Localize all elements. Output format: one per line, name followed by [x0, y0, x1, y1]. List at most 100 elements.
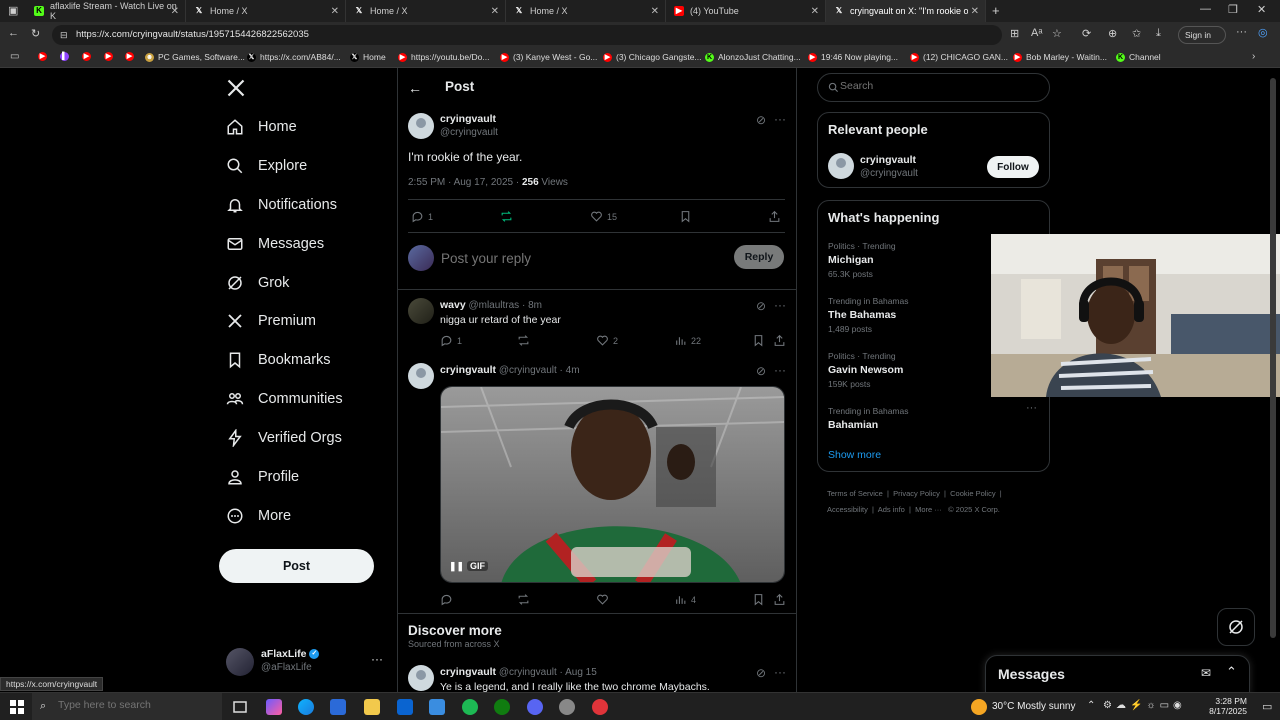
tab-home-2[interactable]: 𝕏 Home / X ✕	[346, 0, 506, 22]
tab-actions-icon[interactable]: ▣	[8, 4, 18, 17]
avatar[interactable]	[408, 298, 434, 324]
more-dots-icon[interactable]: ···	[774, 112, 786, 126]
bookmark-item[interactable]: ▶ (12) CHICAGO GAN...	[910, 52, 1008, 62]
like-action[interactable]	[596, 593, 613, 606]
bookmark-item[interactable]: 𝕏https://x.com/AB84/...	[247, 52, 341, 62]
copilot-icon[interactable]: ◎	[1258, 26, 1268, 39]
nav-notifications[interactable]: Notifications	[226, 196, 337, 214]
share-action[interactable]	[773, 334, 790, 347]
repost-action[interactable]	[517, 334, 534, 347]
bookmark-youtube-icon[interactable]: ▶	[125, 52, 138, 61]
tab-home-3[interactable]: 𝕏 Home / X ✕	[506, 0, 666, 22]
chevron-up-icon[interactable]: ⌃	[1087, 700, 1095, 711]
downloads-icon[interactable]: ⤓	[1156, 27, 1161, 40]
site-info-icon[interactable]: ⊟	[60, 25, 68, 45]
footer-link[interactable]: Terms of Service	[827, 489, 883, 498]
search-input[interactable]	[840, 80, 1040, 92]
pause-icon[interactable]: ❚❚	[449, 561, 464, 572]
bookmark-item[interactable]: ▶ https://youtu.be/Do...	[398, 52, 489, 62]
nav-explore[interactable]: Explore	[226, 157, 307, 175]
spotify-icon[interactable]	[462, 699, 478, 715]
person-name[interactable]: cryingvault	[860, 154, 916, 166]
author-name[interactable]: cryingvault	[440, 113, 496, 125]
close-icon[interactable]: ✕	[331, 6, 339, 17]
task-view-icon[interactable]	[232, 699, 248, 715]
split-screen-icon[interactable]: ⊕	[1108, 27, 1117, 40]
avatar[interactable]	[408, 363, 434, 389]
bookmark-youtube-icon[interactable]: ▶	[82, 52, 95, 61]
bookmark-youtube-icon[interactable]: ▶	[104, 52, 117, 61]
extensions-icon[interactable]: ⟳	[1082, 27, 1091, 40]
close-icon[interactable]: ✕	[971, 6, 979, 17]
tray-icons[interactable]: ⚙☁⚡☼▭◉	[1103, 700, 1186, 711]
views-action[interactable]: 22	[674, 334, 701, 347]
avatar[interactable]	[828, 153, 854, 179]
bookmark-youtube-icon[interactable]: ▶	[38, 52, 51, 61]
back-arrow-icon[interactable]: ←	[408, 80, 422, 96]
nav-communities[interactable]: Communities	[226, 390, 343, 408]
nav-grok[interactable]: Grok	[226, 274, 289, 292]
edge-icon[interactable]	[298, 699, 314, 715]
grok-icon[interactable]: ⊘	[756, 364, 766, 378]
share-action[interactable]	[768, 210, 785, 223]
outlook-icon[interactable]	[397, 699, 413, 715]
more-dots-icon[interactable]: ···	[774, 363, 786, 377]
close-window-icon[interactable]: ✕	[1257, 3, 1266, 16]
more-dots-icon[interactable]: ···	[1026, 402, 1037, 414]
like-action[interactable]: 2	[596, 334, 618, 347]
footer-link[interactable]: Cookie Policy	[950, 489, 995, 498]
scrollbar[interactable]	[1270, 78, 1276, 638]
avatar[interactable]	[408, 113, 434, 139]
reply-action[interactable]: 1	[411, 210, 433, 223]
reply-action[interactable]: 1	[440, 334, 462, 347]
bookmark-action[interactable]	[752, 593, 769, 606]
reply-author[interactable]: wavy @mlaultras · 8m	[440, 299, 542, 311]
footer-link[interactable]: More ···	[915, 505, 942, 514]
nav-bookmarks[interactable]: Bookmarks	[226, 351, 331, 369]
back-icon[interactable]: ←	[8, 27, 19, 39]
new-tab-icon[interactable]: +	[992, 3, 1000, 18]
read-aloud-icon[interactable]: Aᵃ	[1031, 27, 1042, 39]
minimize-icon[interactable]: —	[1200, 3, 1211, 15]
weather-text[interactable]: 30°C Mostly sunny	[992, 701, 1075, 712]
footer-link[interactable]: Privacy Policy	[893, 489, 940, 498]
chevron-right-icon[interactable]: ›	[1252, 51, 1255, 62]
discover-author[interactable]: cryingvault @cryingvault · Aug 15	[440, 666, 597, 678]
trend-item[interactable]: Politics · Trending Michigan 65.3K posts	[828, 241, 896, 279]
grok-icon[interactable]: ⊘	[756, 113, 766, 127]
search-box[interactable]	[817, 73, 1050, 102]
file-explorer-icon[interactable]	[364, 699, 380, 715]
footer-link[interactable]: Ads info	[878, 505, 905, 514]
views-action[interactable]: 4	[674, 593, 696, 606]
bookmark-item[interactable]: K AlonzoJust Chatting...	[705, 52, 801, 62]
favorite-star-icon[interactable]: ☆	[1052, 27, 1062, 40]
app-icon[interactable]: ⊞	[1010, 27, 1019, 40]
discord-icon[interactable]	[527, 699, 543, 715]
post-button[interactable]: Post	[219, 549, 374, 583]
more-dots-icon[interactable]: ···	[774, 298, 786, 312]
obs-icon[interactable]	[592, 699, 608, 715]
copilot-app-icon[interactable]	[266, 699, 282, 715]
nav-verified-orgs[interactable]: Verified Orgs	[226, 429, 342, 447]
trend-item[interactable]: Trending in Bahamas Bahamian	[828, 406, 908, 431]
app-icon[interactable]	[559, 699, 575, 715]
bookmark-item[interactable]: K Channel	[1116, 52, 1161, 62]
trend-item[interactable]: Politics · Trending Gavin Newsom 159K po…	[828, 351, 903, 389]
taskbar-search-input[interactable]	[58, 699, 208, 711]
trend-item[interactable]: Trending in Bahamas The Bahamas 1,489 po…	[828, 296, 908, 334]
footer-link[interactable]: Accessibility	[827, 505, 868, 514]
author-handle[interactable]: @cryingvault	[440, 127, 498, 138]
weather-sun-icon[interactable]	[971, 699, 987, 715]
more-dots-icon[interactable]: ···	[371, 652, 383, 666]
close-icon[interactable]: ✕	[651, 6, 659, 17]
bookmark-item[interactable]: ▶ Bob Marley - Waitin...	[1013, 52, 1107, 62]
clock[interactable]: 3:28 PM 8/17/2025	[1207, 696, 1247, 716]
close-icon[interactable]: ✕	[171, 6, 179, 17]
tab-home-1[interactable]: 𝕏 Home / X ✕	[186, 0, 346, 22]
close-icon[interactable]: ✕	[491, 6, 499, 17]
windows-start-icon[interactable]	[10, 700, 24, 714]
tab-youtube[interactable]: ▶ (4) YouTube ✕	[666, 0, 826, 22]
nav-more[interactable]: More	[226, 507, 291, 525]
taskbar-search[interactable]: ⌕	[32, 693, 222, 720]
settings-more-icon[interactable]: ···	[1236, 26, 1247, 38]
